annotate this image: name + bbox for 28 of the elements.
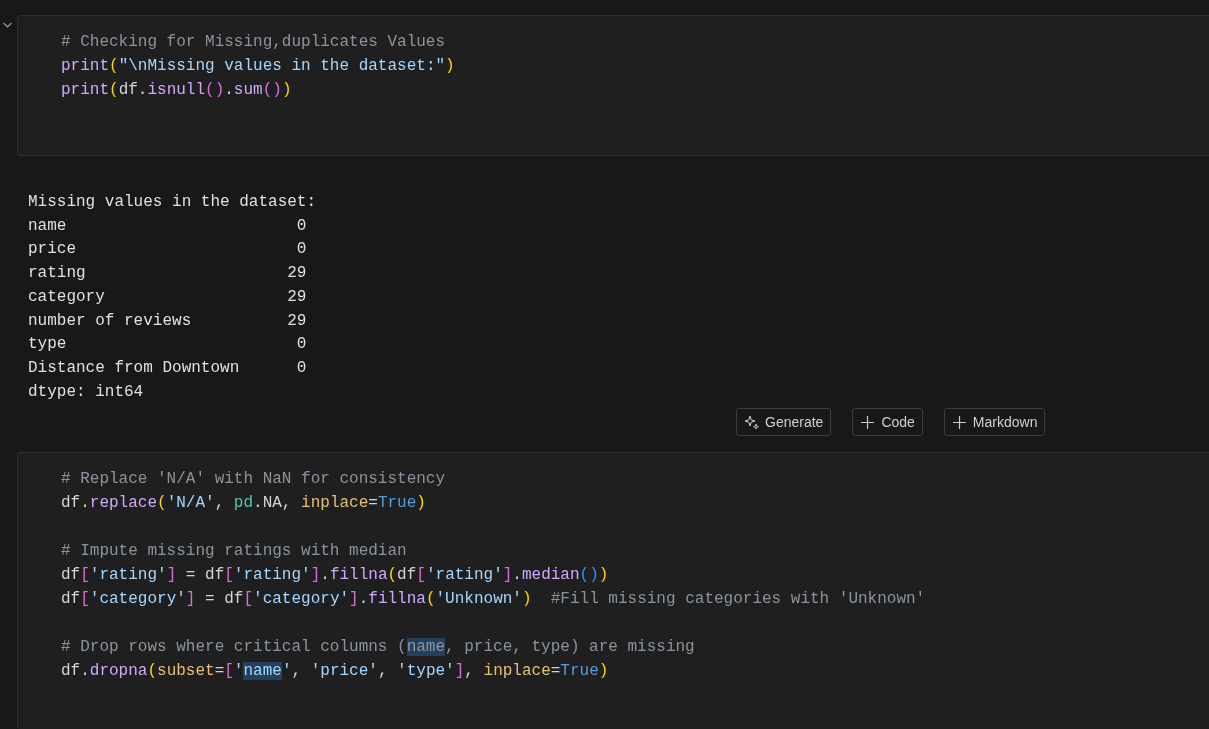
output-line: Distance from Downtown 0 <box>28 357 307 379</box>
generate-button[interactable]: Generate <box>736 408 832 437</box>
code-line: print(df.isnull().sum()) <box>61 80 292 101</box>
code-line: print("\nMissing values in the dataset:") <box>61 56 455 77</box>
output-line: rating 29 <box>28 263 307 285</box>
plus-icon <box>951 414 967 430</box>
add-cell-button[interactable]: Code <box>852 408 923 437</box>
code-cell[interactable]: # Checking for Missing,duplicates Values print("\nMissing values in the dataset:") print(df.isnull().sum()) <box>17 15 1209 156</box>
plus-icon <box>860 414 876 430</box>
code-line: df.replace('N/A', pd.NA, inplace=True) <box>61 493 426 515</box>
output-line: category 29 <box>28 286 307 308</box>
code-line: # Impute missing ratings with median <box>61 541 407 563</box>
output-line: type 0 <box>28 334 307 356</box>
output-line: Missing values in the dataset: <box>28 192 317 213</box>
code-line: df['rating'] = df['rating'].fillna(df['rating'].median()) <box>61 565 609 587</box>
output-line: name 0 <box>28 215 307 237</box>
output-line: price 0 <box>28 239 307 261</box>
code-line: df['category'] = df['category'].fillna('Unknown') #Fill missing categories with 'Unknown' <box>61 589 926 611</box>
chevron-down-icon[interactable] <box>3 22 12 28</box>
add-cell-button[interactable]: Markdown <box>943 408 1046 437</box>
code-line: # Drop rows where critical columns (name, price, type) are missing <box>61 637 695 659</box>
code-line: df.dropna(subset=['name', 'price', 'type'], inplace=True) <box>61 661 609 683</box>
code-line: # Checking for Missing,duplicates Values <box>61 32 446 53</box>
sparkle-icon <box>744 414 759 430</box>
code-line: # Replace 'N/A' with NaN for consistency <box>61 469 446 491</box>
output-line: dtype: int64 <box>28 381 144 403</box>
code-cell[interactable] <box>17 452 1209 729</box>
output-line: number of reviews 29 <box>28 310 307 332</box>
